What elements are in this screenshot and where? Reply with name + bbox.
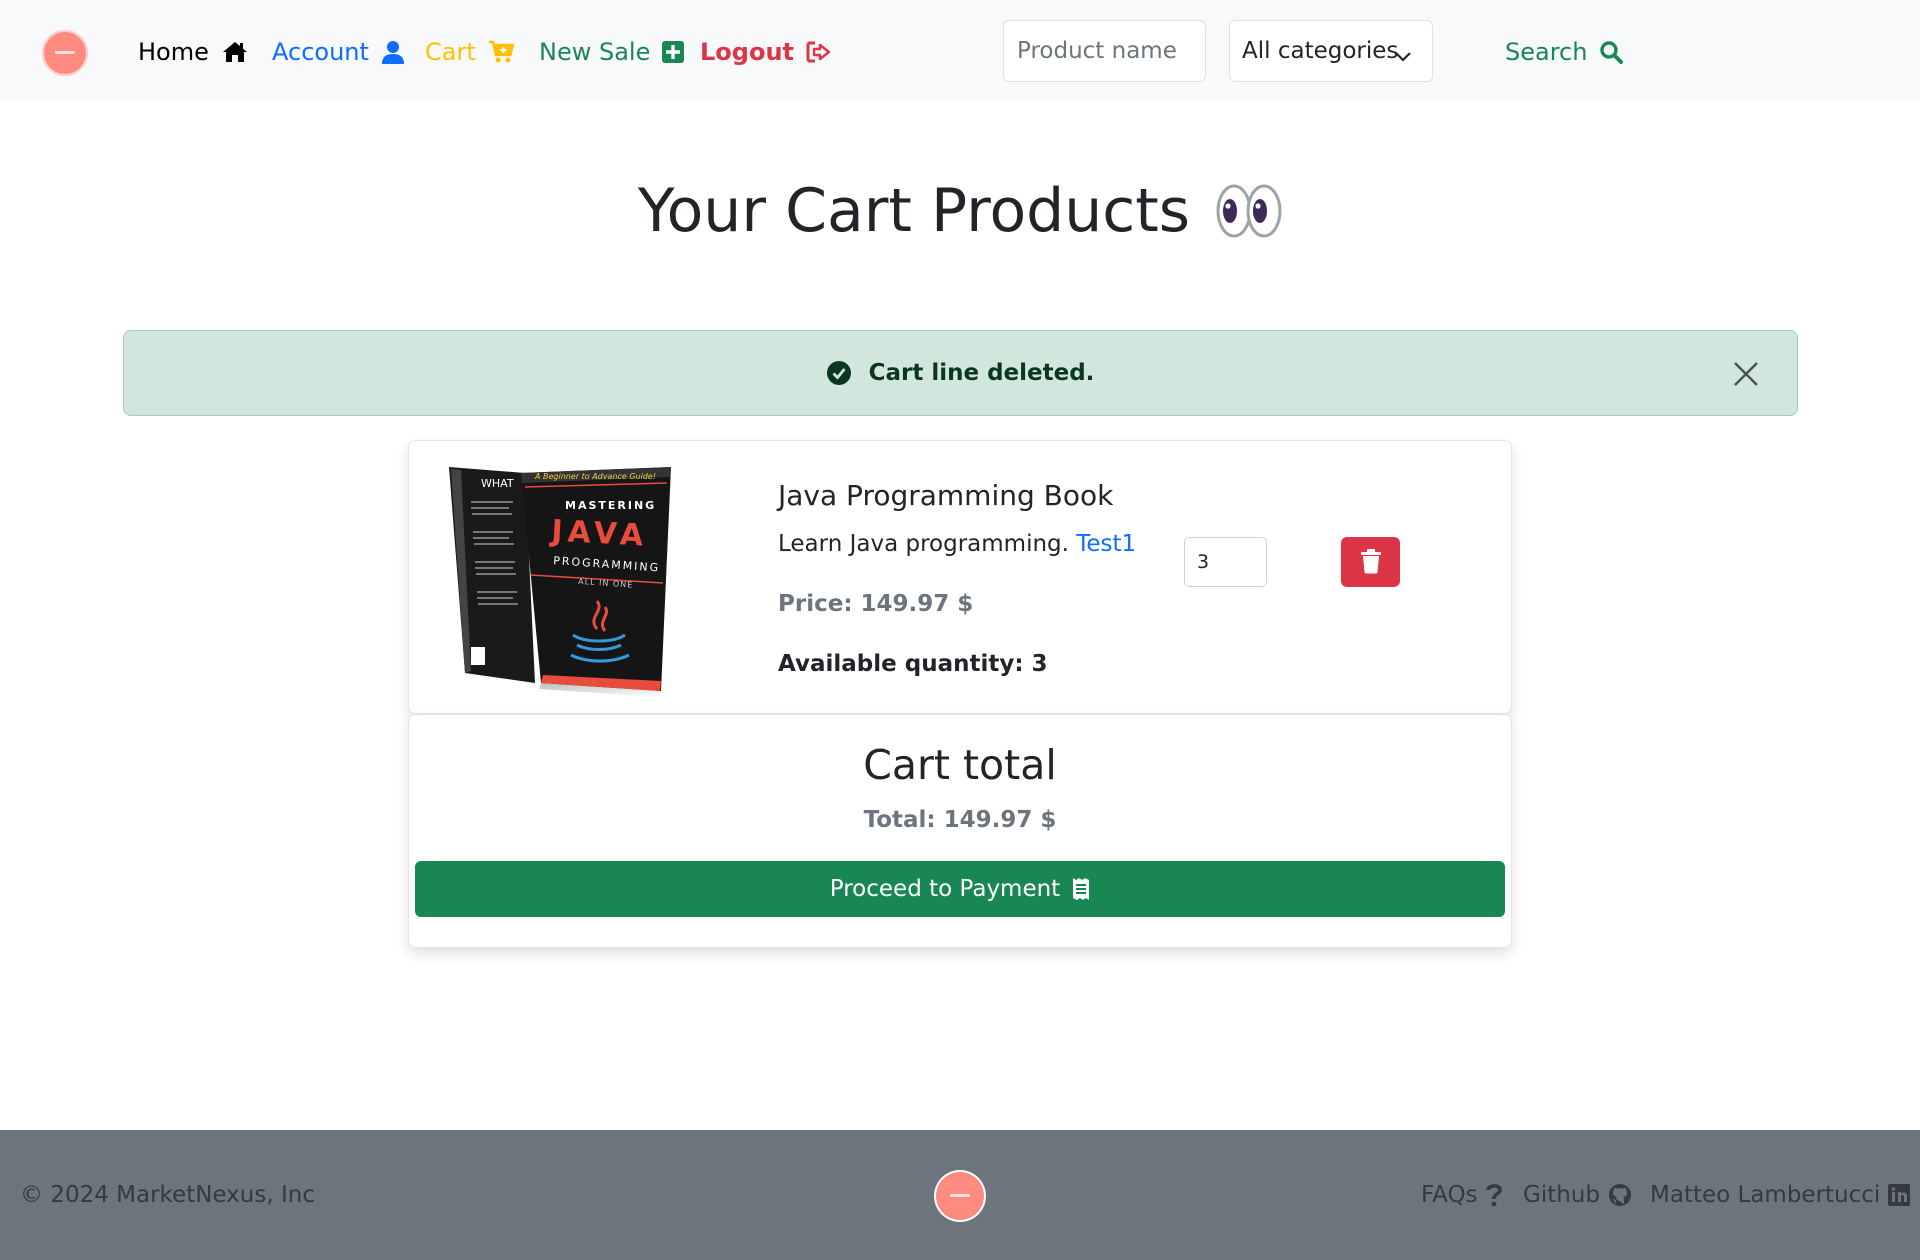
proceed-to-payment-button[interactable]: Proceed to Payment — [415, 861, 1505, 917]
close-icon[interactable] — [1731, 359, 1761, 389]
faqs-label: FAQs — [1421, 1182, 1478, 1208]
page-title-text: Your Cart Products — [637, 176, 1191, 246]
product-image: WHAT A Beginner to Advance Guide! MASTER… — [445, 461, 681, 701]
product-price: Price: 149.97 $ — [778, 591, 974, 617]
github-link[interactable]: Github — [1523, 1182, 1632, 1208]
footer: © 2024 MarketNexus, Inc FAQs Github Matt… — [0, 1128, 1920, 1260]
eyes-emoji-icon — [1216, 183, 1282, 239]
cart-total-value: Total: 149.97 $ — [863, 807, 1057, 833]
plus-square-icon — [662, 41, 685, 63]
nav-account-link[interactable]: Account — [272, 34, 405, 70]
book-tagline: A Beginner to Advance Guide! — [534, 472, 656, 481]
nav-home-label: Home — [138, 38, 209, 66]
nav-new-sale-link[interactable]: New Sale — [539, 34, 685, 70]
search-button-label: Search — [1505, 38, 1588, 66]
nav-account-label: Account — [272, 38, 369, 66]
product-description: Learn Java programming. — [778, 531, 1069, 557]
success-alert: Cart line deleted. — [123, 330, 1798, 416]
book-title-line2: JAVA — [549, 514, 649, 554]
nav-cart-link[interactable]: Cart — [425, 34, 514, 70]
seller-link[interactable]: Test1 — [1076, 531, 1136, 557]
receipt-icon — [1072, 877, 1090, 901]
nav-logout-label: Logout — [700, 38, 795, 66]
cart-total-card: Cart total Total: 149.97 $ Proceed to Pa… — [408, 714, 1512, 948]
user-icon — [381, 40, 405, 64]
category-selected-label: All categories — [1242, 38, 1399, 64]
nav-cart-label: Cart — [425, 38, 476, 66]
question-icon — [1485, 1183, 1502, 1207]
github-icon — [1608, 1183, 1632, 1207]
book-title-line1: MASTERING — [565, 499, 656, 512]
footer-logo[interactable] — [936, 1172, 984, 1220]
trash-icon — [1360, 548, 1382, 577]
check-circle-icon — [826, 361, 851, 385]
delete-cart-line-button[interactable] — [1341, 537, 1400, 587]
cart-item-card: WHAT A Beginner to Advance Guide! MASTER… — [408, 440, 1512, 714]
nav-home-link[interactable]: Home — [138, 34, 249, 70]
search-button[interactable]: Search — [1505, 34, 1624, 70]
house-icon — [221, 40, 249, 64]
category-select[interactable]: All categories — [1229, 20, 1433, 82]
github-label: Github — [1523, 1182, 1600, 1208]
cart-total-title: Cart total — [863, 741, 1057, 789]
navbar: Home Account Cart New Sale Logout All ca… — [0, 0, 1920, 101]
copyright-text: © 2024 MarketNexus, Inc — [20, 1182, 315, 1208]
product-description-line: Learn Java programming. Test1 — [778, 531, 1136, 557]
linkedin-icon — [1888, 1184, 1911, 1206]
quantity-input[interactable] — [1184, 537, 1267, 587]
faqs-link[interactable]: FAQs — [1421, 1182, 1502, 1208]
book-back-text: WHAT — [481, 477, 514, 490]
linkedin-label: Matteo Lambertucci — [1650, 1182, 1881, 1208]
cart-plus-icon — [488, 40, 514, 64]
nav-logout-link[interactable]: Logout — [700, 34, 832, 70]
brand-logo[interactable] — [42, 30, 88, 76]
alert-message: Cart line deleted. — [868, 360, 1095, 386]
linkedin-link[interactable]: Matteo Lambertucci — [1650, 1182, 1911, 1208]
product-name: Java Programming Book — [778, 479, 1114, 512]
sign-out-icon — [806, 41, 832, 63]
available-quantity: Available quantity: 3 — [778, 651, 1048, 677]
search-input[interactable] — [1003, 20, 1206, 82]
payment-button-label: Proceed to Payment — [829, 876, 1061, 902]
nav-new-sale-label: New Sale — [539, 38, 651, 66]
page-title: Your Cart Products — [0, 176, 1920, 246]
magnifier-icon — [1599, 40, 1624, 64]
chevron-down-icon — [1394, 43, 1412, 69]
